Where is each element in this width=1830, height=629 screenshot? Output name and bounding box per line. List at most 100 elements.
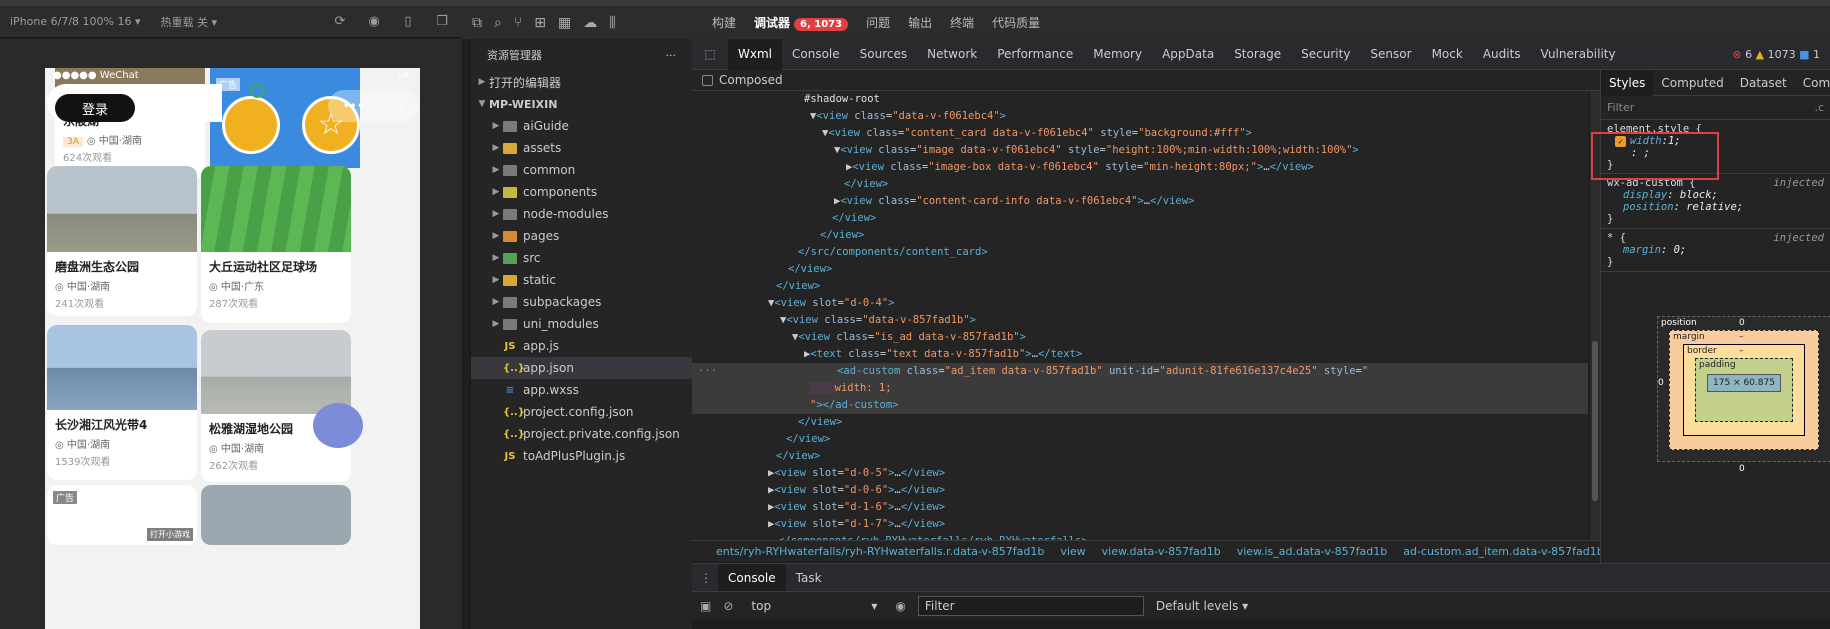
search-icon[interactable] — [250, 83, 265, 98]
tree-item[interactable]: ▶ components — [471, 181, 692, 203]
panel-tab-mock[interactable]: Mock — [1422, 39, 1473, 70]
tab-1[interactable]: 调试器 6, 1073 — [754, 14, 849, 31]
tree-item[interactable]: ▶ src — [471, 247, 692, 269]
box-content-size[interactable]: 175 × 60.875 — [1707, 374, 1781, 392]
tree-item[interactable]: ▶ common — [471, 159, 692, 181]
stop-icon[interactable]: ◉ — [364, 12, 384, 32]
tree-line[interactable]: </view> — [692, 448, 1588, 465]
panel-tab-sources[interactable]: Sources — [850, 39, 917, 70]
panel-tab-sensor[interactable]: Sensor — [1360, 39, 1421, 70]
more-icon[interactable]: ••• — [343, 99, 364, 113]
levels-select[interactable]: Default levels ▾ — [1156, 599, 1248, 613]
breadcrumb-item[interactable]: ents/ryh-RYHwaterfalls/ryh-RYHwaterfalls… — [716, 545, 1044, 558]
inspect-icon[interactable]: ⬚ — [692, 47, 728, 61]
device-select[interactable]: iPhone 6/7/8 100% 16 ▾ — [10, 15, 141, 28]
breadcrumb-item[interactable]: view — [1060, 545, 1085, 558]
composed-checkbox[interactable] — [702, 74, 713, 86]
tree-line-selected[interactable]: ··· <ad-custom class="ad_item data-v-857… — [692, 363, 1588, 380]
tree-item[interactable]: {..} app.json — [471, 357, 692, 379]
tree-line[interactable]: ▶<view slot="d-0-5">…</view> — [692, 465, 1588, 482]
tree-item[interactable]: ▶ static — [471, 269, 692, 291]
tree-line-selected[interactable]: width: 1; — [692, 380, 1588, 397]
tree-line[interactable]: </view> — [692, 261, 1588, 278]
panel-tab-memory[interactable]: Memory — [1083, 39, 1152, 70]
clear-icon[interactable]: ⊘ — [723, 599, 733, 613]
tree-line-selected[interactable]: "></ad-custom> — [692, 397, 1588, 414]
prop-name[interactable]: display — [1623, 189, 1667, 201]
card-4[interactable]: 长沙湘江风光带4 ◎ 中国·湖南 1539次观看 — [47, 325, 197, 480]
card-2[interactable]: 磨盘洲生态公园 ◎ 中国·湖南 241次观看 — [47, 166, 197, 316]
panel-tab-storage[interactable]: Storage — [1224, 39, 1291, 70]
tree-item[interactable]: ≡ app.wxss — [471, 379, 692, 401]
tree-item[interactable]: ▶ node-modules — [471, 203, 692, 225]
scrollbar-thumb[interactable] — [1592, 341, 1598, 501]
refresh-icon[interactable]: ⟳ — [330, 12, 350, 32]
tree-item[interactable]: ▶ subpackages — [471, 291, 692, 313]
tree-item[interactable]: ▶ assets — [471, 137, 692, 159]
panel-tab-wxml[interactable]: Wxml — [728, 38, 782, 70]
tree-line[interactable]: ▼<view class="data-v-857fad1b"> — [692, 312, 1588, 329]
open-editors-row[interactable]: ▶ 打开的编辑器 — [471, 71, 692, 93]
search-icon[interactable]: ⌕ — [494, 15, 502, 31]
breadcrumb-item[interactable]: ad-custom.ad_item.data-v-857fad1b — [1403, 545, 1600, 558]
tree-line[interactable]: ▼<view class="data-v-f061ebc4"> — [692, 108, 1588, 125]
extensions-icon[interactable]: ⊞ — [534, 15, 546, 31]
drawer-menu-icon[interactable]: ⋮ — [700, 571, 712, 585]
tree-line[interactable]: </view> — [692, 414, 1588, 431]
tree-line[interactable]: ▼<view class="content_card data-v-f061eb… — [692, 125, 1588, 142]
tree-item[interactable]: ▶ aiGuide — [471, 115, 692, 137]
tree-item[interactable]: JS app.js — [471, 335, 692, 357]
prop-name[interactable]: position — [1623, 201, 1674, 213]
panel-tab-network[interactable]: Network — [917, 39, 987, 70]
prop-value[interactable]: block; — [1680, 189, 1718, 201]
console-tab-1[interactable]: Task — [786, 564, 832, 592]
split-icon[interactable]: ⫼ — [609, 15, 615, 31]
tree-line[interactable]: </view> — [692, 176, 1588, 193]
card-3[interactable]: 大丘运动社区足球场 ◎ 中国·广东 287次观看 — [201, 166, 351, 323]
eye-icon[interactable]: ◉ — [895, 599, 905, 613]
menu-capsule[interactable]: ••• ⊙ — [328, 90, 418, 122]
styles-filter[interactable]: Filter .c — [1601, 96, 1830, 120]
tab-5[interactable]: 代码质量 — [992, 14, 1040, 31]
project-row[interactable]: ▼ MP-WEIXIN — [471, 93, 692, 115]
panel-tab-audits[interactable]: Audits — [1473, 39, 1531, 70]
branch-icon[interactable]: ⑂ — [514, 15, 522, 31]
hotreload-select[interactable]: 热重载 关 ▾ — [161, 14, 218, 30]
panel-tab-performance[interactable]: Performance — [987, 39, 1083, 70]
prop-value[interactable]: 0; — [1674, 244, 1687, 256]
tree-line[interactable]: </view> — [692, 431, 1588, 448]
tree-line[interactable]: </components/ryh-RYHwaterfalls/ryh-RYHwa… — [692, 533, 1588, 540]
tree-item[interactable]: {..} project.private.config.json — [471, 423, 692, 445]
tab-2[interactable]: 问题 — [866, 14, 890, 31]
more-icon[interactable]: ··· — [666, 49, 677, 62]
tree-line[interactable]: </view> — [692, 210, 1588, 227]
tree-item[interactable]: ▶ uni_modules — [471, 313, 692, 335]
sidebar-toggle-icon[interactable]: ▣ — [700, 599, 711, 613]
tree-item[interactable]: {..} project.config.json — [471, 401, 692, 423]
styles-tab-2[interactable]: Dataset — [1732, 70, 1795, 96]
console-tab-0[interactable]: Console — [718, 563, 786, 592]
tree-line[interactable]: ▶<view slot="d-0-6">…</view> — [692, 482, 1588, 499]
tree-line[interactable]: </src/components/content_card> — [692, 244, 1588, 261]
styles-tab-0[interactable]: Styles — [1601, 70, 1654, 96]
tree-line[interactable]: ▶<view class="image-box data-v-f061ebc4"… — [692, 159, 1588, 176]
close-icon[interactable]: ⊙ — [393, 99, 403, 113]
files-icon[interactable]: ⧉ — [472, 15, 482, 31]
panel-tab-appdata[interactable]: AppData — [1152, 39, 1224, 70]
tab-0[interactable]: 构建 — [712, 14, 736, 31]
window-icon[interactable]: ❐ — [432, 12, 452, 32]
tree-line[interactable]: ▶<view slot="d-1-6">…</view> — [692, 499, 1588, 516]
console-filter-input[interactable]: Filter — [917, 595, 1144, 616]
debug-icon[interactable]: ▦ — [558, 15, 571, 31]
card-6[interactable] — [201, 485, 351, 545]
prop-value[interactable]: relative; — [1686, 201, 1743, 213]
tree-line[interactable]: </view> — [692, 227, 1588, 244]
issue-counts[interactable]: ⊗ 6 ▲ 1073 ■ 1 — [1732, 48, 1820, 61]
panel-tab-vulnerability[interactable]: Vulnerability — [1531, 39, 1626, 70]
prop-name[interactable]: margin — [1623, 244, 1661, 256]
tree-line[interactable]: ▼<view class="is_ad data-v-857fad1b"> — [692, 329, 1588, 346]
breadcrumb-item[interactable]: view.is_ad.data-v-857fad1b — [1237, 545, 1388, 558]
tree-line[interactable]: #shadow-root — [692, 91, 1588, 108]
tree-line[interactable]: ▶<view slot="d-1-7">…</view> — [692, 516, 1588, 533]
tree-line[interactable]: </view> — [692, 278, 1588, 295]
